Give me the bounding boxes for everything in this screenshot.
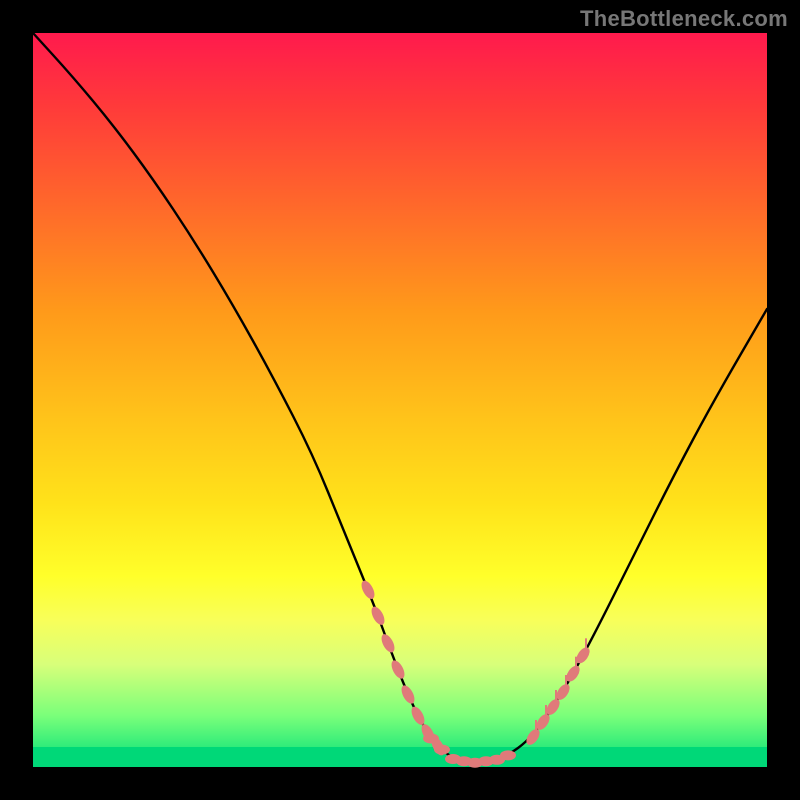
watermark-text: TheBottleneck.com: [580, 6, 788, 32]
marker-dot: [409, 705, 427, 727]
marker-dot: [359, 579, 377, 601]
markers-group: [359, 579, 592, 768]
marker-dot: [423, 734, 439, 744]
marker-dot: [434, 745, 450, 755]
marker-dot: [369, 605, 387, 627]
marker-dot: [379, 632, 397, 654]
chart-frame: TheBottleneck.com: [0, 0, 800, 800]
marker-dot: [399, 683, 417, 705]
marker-dot: [389, 658, 407, 680]
curve-layer: [33, 33, 767, 767]
marker-dot: [500, 750, 516, 760]
bottleneck-curve: [33, 33, 767, 762]
